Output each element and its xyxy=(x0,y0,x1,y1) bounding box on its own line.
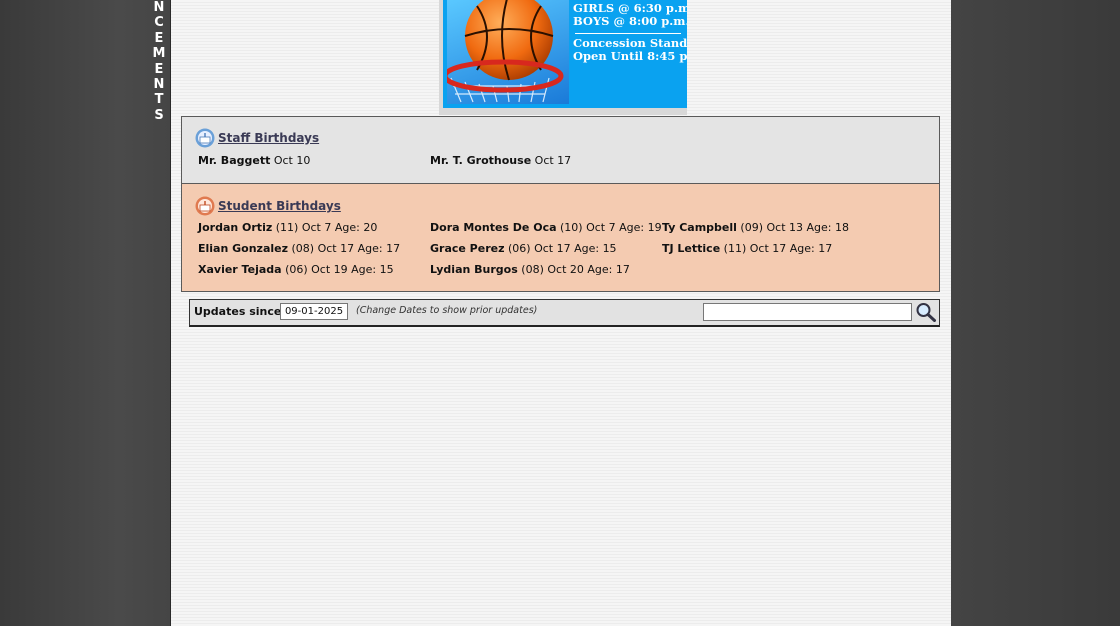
updates-since-label: Updates since: xyxy=(194,305,286,318)
student-birthday-entry: Dora Montes De Oca (10) Oct 7 Age: 19 xyxy=(430,221,662,234)
student-birthday-entry: Ty Campbell (09) Oct 13 Age: 18 xyxy=(662,221,849,234)
vertical-letter: N xyxy=(153,77,165,93)
basketball-icon xyxy=(447,0,564,103)
vertical-letter: S xyxy=(154,107,164,123)
student-birthday-detail: (11) Oct 17 Age: 17 xyxy=(723,242,833,255)
magnifier-icon[interactable] xyxy=(915,302,937,322)
staff-birthday-date: Oct 10 xyxy=(273,154,311,167)
page-background-right xyxy=(950,0,1120,626)
banner-line: Open Until 8:45 p.m. xyxy=(573,49,687,63)
student-name: Xavier Tejada xyxy=(198,263,282,276)
student-name: Jordan Ortiz xyxy=(198,221,273,234)
student-birthday-detail: (08) Oct 20 Age: 17 xyxy=(521,263,630,276)
cake-icon xyxy=(195,128,215,148)
vertical-letter: C xyxy=(154,15,164,31)
search-input[interactable] xyxy=(703,303,912,321)
student-birthday-detail: (11) Oct 7 Age: 20 xyxy=(275,221,378,234)
banner-line: BOYS @ 8:00 p.m. xyxy=(573,14,687,28)
vertical-letter: E xyxy=(154,61,164,77)
student-name: Lydian Burgos xyxy=(430,263,518,276)
vertical-letter: E xyxy=(154,30,164,46)
staff-name: Mr. T. Grothouse xyxy=(430,154,532,167)
staff-birthday-date: Oct 17 xyxy=(534,154,572,167)
page-background-left xyxy=(0,0,170,626)
staff-birthdays-header: Staff Birthdays xyxy=(195,128,319,148)
student-name: Ty Campbell xyxy=(662,221,737,234)
staff-birthday-entry: Mr. T. Grothouse Oct 17 xyxy=(430,154,571,167)
student-birthday-entry: Elian Gonzalez (08) Oct 17 Age: 17 xyxy=(198,242,400,255)
basketball-game-banner[interactable]: GIRLS @ 6:30 p.m. BOYS @ 8:00 p.m. Conce… xyxy=(443,0,687,108)
student-name: TJ Lettice xyxy=(662,242,721,255)
student-birthday-detail: (06) Oct 19 Age: 15 xyxy=(285,263,394,276)
student-name: Dora Montes De Oca xyxy=(430,221,557,234)
basketball-hoop-image xyxy=(447,0,569,104)
updates-note: (Change Dates to show prior updates) xyxy=(356,305,538,316)
vertical-letter: M xyxy=(152,46,166,62)
student-birthday-detail: (06) Oct 17 Age: 15 xyxy=(508,242,617,255)
updates-toolbar: Updates since: (Change Dates to show pri… xyxy=(189,299,940,327)
student-birthday-detail: (10) Oct 7 Age: 19 xyxy=(560,221,662,234)
student-birthday-entry: Grace Perez (06) Oct 17 Age: 15 xyxy=(430,242,617,255)
cake-icon xyxy=(195,196,215,216)
staff-birthdays-panel: Staff Birthdays Mr. Baggett Oct 10 Mr. T… xyxy=(181,116,940,184)
student-birthday-entry: Jordan Ortiz (11) Oct 7 Age: 20 xyxy=(198,221,377,234)
announcements-vertical-label: N C E M E N T S xyxy=(150,0,168,123)
staff-birthdays-link[interactable]: Staff Birthdays xyxy=(218,131,319,145)
student-birthday-detail: (08) Oct 17 Age: 17 xyxy=(291,242,401,255)
student-name: Grace Perez xyxy=(430,242,505,255)
student-birthdays-link[interactable]: Student Birthdays xyxy=(218,199,341,213)
student-birthday-entry: Lydian Burgos (08) Oct 20 Age: 17 xyxy=(430,263,630,276)
student-birthdays-panel: Student Birthdays Jordan Ortiz (11) Oct … xyxy=(181,183,940,292)
staff-name: Mr. Baggett xyxy=(198,154,271,167)
student-birthday-entry: Xavier Tejada (06) Oct 19 Age: 15 xyxy=(198,263,394,276)
vertical-letter: N xyxy=(153,0,165,15)
updates-date-input[interactable] xyxy=(280,303,348,320)
banner-text: GIRLS @ 6:30 p.m. BOYS @ 8:00 p.m. Conce… xyxy=(573,0,687,63)
banner-divider xyxy=(575,33,681,34)
student-birthdays-header: Student Birthdays xyxy=(195,196,341,216)
staff-birthday-entry: Mr. Baggett Oct 10 xyxy=(198,154,310,167)
student-birthday-detail: (09) Oct 13 Age: 18 xyxy=(740,221,849,234)
student-name: Elian Gonzalez xyxy=(198,242,289,255)
student-birthday-entry: TJ Lettice (11) Oct 17 Age: 17 xyxy=(662,242,832,255)
vertical-letter: T xyxy=(154,92,164,108)
